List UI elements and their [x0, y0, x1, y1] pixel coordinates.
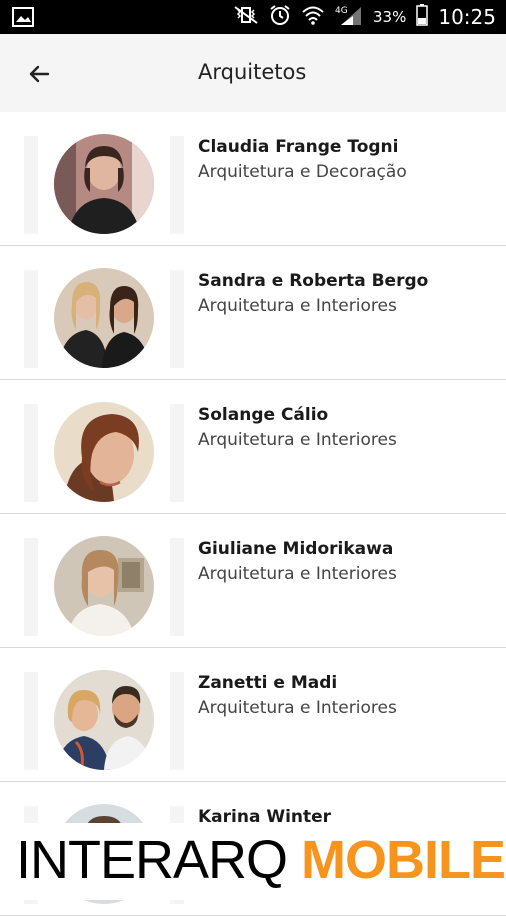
item-category: Arquitetura e Interiores [198, 564, 397, 584]
page-title: Arquitetos [198, 60, 307, 84]
alarm-icon [269, 4, 291, 31]
item-category: Arquitetura e Decoração [198, 162, 407, 182]
placeholder-strip [170, 136, 184, 234]
gallery-notification-icon [12, 7, 34, 32]
clock: 10:25 [438, 5, 496, 29]
avatar [54, 536, 154, 636]
avatar [54, 670, 154, 770]
svg-text:4G: 4G [335, 6, 348, 16]
brand-footer: INTERARQ MOBILE [0, 823, 506, 900]
arrow-back-icon [29, 65, 50, 83]
item-category: Arquitetura e Interiores [198, 698, 397, 718]
vibrate-icon [233, 5, 259, 29]
placeholder-strip [170, 538, 184, 636]
placeholder-strip [170, 270, 184, 368]
avatar [54, 134, 154, 234]
back-button[interactable] [24, 58, 56, 90]
placeholder-strip [170, 672, 184, 770]
item-category: Arquitetura e Interiores [198, 296, 397, 316]
list-item[interactable]: Giuliane Midorikawa Arquitetura e Interi… [0, 514, 506, 648]
status-bar: 4G 33% 10:25 [0, 0, 506, 34]
item-name: Sandra e Roberta Bergo [198, 271, 429, 291]
wifi-icon [301, 5, 325, 30]
placeholder-strip [24, 270, 38, 368]
list-item[interactable]: Solange Cálio Arquitetura e Interiores [0, 380, 506, 514]
battery-icon [416, 3, 429, 31]
item-category: Arquitetura e Interiores [198, 430, 397, 450]
brand-name-part1: INTERARQ [16, 830, 288, 890]
battery-percent: 33% [373, 8, 407, 26]
avatar [54, 268, 154, 368]
item-name: Solange Cálio [198, 405, 329, 425]
list-item[interactable]: Claudia Frange Togni Arquitetura e Decor… [0, 112, 506, 246]
placeholder-strip [24, 672, 38, 770]
list-item[interactable]: Sandra e Roberta Bergo Arquitetura e Int… [0, 246, 506, 380]
app-bar: Arquitetos [0, 34, 506, 113]
item-name: Claudia Frange Togni [198, 137, 399, 157]
signal-4g-icon: 4G [335, 4, 363, 31]
placeholder-strip [24, 136, 38, 234]
avatar [54, 402, 154, 502]
architects-list: Claudia Frange Togni Arquitetura e Decor… [0, 112, 506, 916]
brand-name-part2: MOBILE [301, 830, 506, 890]
placeholder-strip [24, 404, 38, 502]
brand-logo: INTERARQ MOBILE [16, 829, 506, 891]
placeholder-strip [24, 538, 38, 636]
list-item[interactable]: Zanetti e Madi Arquitetura e Interiores [0, 648, 506, 782]
item-name: Zanetti e Madi [198, 673, 338, 693]
item-name: Giuliane Midorikawa [198, 539, 394, 559]
placeholder-strip [170, 404, 184, 502]
